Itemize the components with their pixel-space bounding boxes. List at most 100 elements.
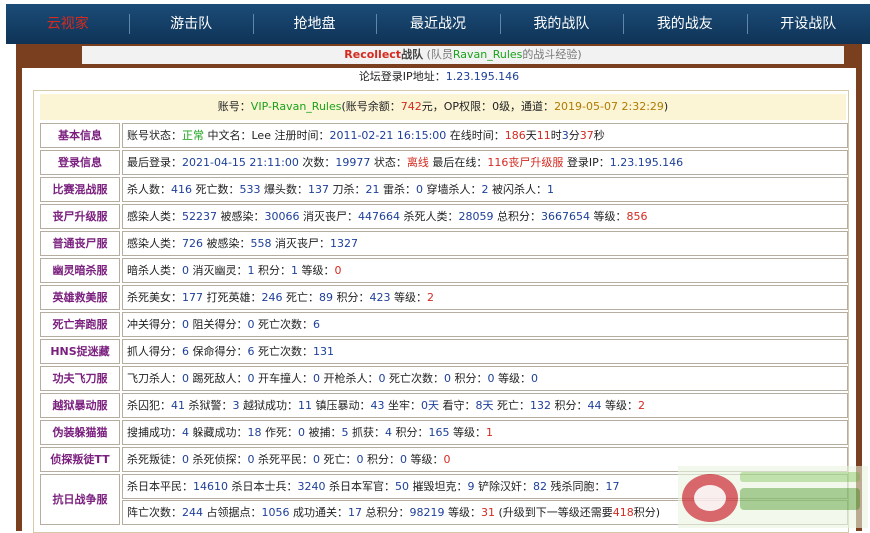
server-label[interactable]: 比赛混战服 [40, 177, 120, 202]
stat-value: 0 [443, 453, 451, 466]
team-name[interactable]: Recollect [344, 48, 401, 61]
stat-value: 89 [319, 291, 333, 304]
stats-row: 丧尸升级服 感染人类：52237 被感染：30066 消灭丧尸：447664 杀死… [40, 204, 848, 229]
server-label[interactable]: 基本信息 [40, 123, 120, 148]
stat-value: 246 [261, 291, 283, 304]
stat-text: 成功通关： [289, 506, 348, 519]
server-label[interactable]: 普通丧尸服 [40, 231, 120, 256]
stat-value: 1056 [261, 506, 290, 519]
stats-row: 功夫飞刀服 飞刀杀人：0 踢死敌人：0 开车撞人：0 开枪杀人：0 死亡次数：0 … [40, 366, 848, 391]
nav-item-1[interactable]: 游击队 [129, 4, 252, 44]
stat-text: 积分： [333, 291, 370, 304]
stat-text: 账号状态： [127, 129, 182, 142]
nav-item-2[interactable]: 抢地盘 [252, 4, 376, 44]
nav-item-5[interactable]: 我的战友 [623, 4, 746, 44]
stat-value: 5 [341, 426, 349, 439]
server-label[interactable]: 死亡奔跑服 [40, 312, 120, 337]
stat-text: 杀日本军官： [325, 480, 395, 493]
server-stats: 搜捕成功：4 躲藏成功：18 作死：0 被捕：5 抓获：4 积分：165 等级：… [122, 420, 848, 445]
stat-value: 0 [247, 372, 255, 385]
stat-text: 爆头数： [260, 183, 308, 196]
stat-text: 杀日本士兵： [228, 480, 298, 493]
stat-text: 抓获： [348, 426, 385, 439]
stat-text: 死亡数： [192, 183, 240, 196]
stat-text: 等级： [590, 210, 627, 223]
stat-text: 积分： [363, 453, 400, 466]
nav-item-3[interactable]: 最近战况 [376, 4, 499, 44]
stat-value: 0 [444, 372, 451, 385]
stat-value: 37 [579, 129, 594, 142]
server-label[interactable]: 丧尸升级服 [40, 204, 120, 229]
stat-value: 0 [487, 372, 495, 385]
stat-value: 0 [313, 372, 320, 385]
stats-row: HNS捉迷藏 抓人得分：6 保命得分：6 死亡次数：131 [40, 339, 848, 364]
nav-item-4[interactable]: 我的战队 [499, 4, 623, 44]
server-stats: 最后登录：2021-04-15 21:11:00 次数：19977 状态：离线 … [122, 150, 848, 175]
server-label[interactable]: 抗日战争服 [40, 474, 120, 525]
stat-value: 0 [531, 372, 538, 385]
site-watermark-logo [678, 466, 868, 528]
stat-text: 天 [525, 129, 537, 142]
stat-value: 4 [182, 426, 189, 439]
ip-label: 论坛登录IP地址： [358, 70, 446, 83]
stat-value: 6 [182, 345, 189, 358]
stat-text: 等级： [494, 372, 531, 385]
server-stats: 飞刀杀人：0 踢死敌人：0 开车撞人：0 开枪杀人：0 死亡次数：0 积分：0 … [122, 366, 848, 391]
server-label[interactable]: HNS捉迷藏 [40, 339, 120, 364]
stat-text: 踢死敌人： [189, 372, 248, 385]
account-summary: 账号：VIP-Ravan_Rules(账号余额：742元，OP权限：0级，通道：… [40, 94, 846, 120]
server-label[interactable]: 登录信息 [40, 150, 120, 175]
stat-text: 杀囚犯： [127, 399, 171, 412]
server-label[interactable]: 幽灵暗杀服 [40, 258, 120, 283]
server-label[interactable]: 伪装躲猫猫 [40, 420, 120, 445]
stat-value: 2 [427, 291, 434, 304]
stats-row: 登录信息 最后登录：2021-04-15 21:11:00 次数：19977 状态… [40, 150, 848, 175]
stat-text: 死亡： [320, 453, 357, 466]
server-label[interactable]: 侦探叛徒TT [40, 447, 120, 472]
stat-text: 积分) [633, 506, 661, 519]
stat-value: 447664 [358, 210, 400, 223]
stat-text: 穿墙杀人： [423, 183, 482, 196]
server-stats: 杀囚犯：41 杀狱警：3 越狱成功：11 镇压暴动：43 坐牢：0天 看守：8天… [122, 393, 848, 418]
stat-text: 状态： [370, 156, 407, 169]
stat-value: 11 [298, 399, 312, 412]
stat-text: 积分： [392, 426, 429, 439]
stat-text: 消灭丧尸： [299, 210, 358, 223]
stats-row: 幽灵暗杀服 暗杀人类：0 消灭幽灵：1 积分：1 等级：0 [40, 258, 848, 283]
stat-text: 冲关得分： [127, 318, 182, 331]
stat-text: 杀人数： [127, 183, 171, 196]
stat-text: 阵亡次数： [127, 506, 182, 519]
subtitle-post: 的战斗经验) [522, 48, 582, 61]
nav-item-6[interactable]: 开设战队 [746, 4, 870, 44]
stat-value: 6 [313, 318, 320, 331]
server-stats: 杀人数：416 死亡数：533 爆头数：137 刀杀：21 雷杀：0 穿墙杀人：… [122, 177, 848, 202]
stat-value: 17 [605, 480, 620, 493]
stat-text: 被感染： [203, 237, 251, 250]
stat-value: 0 [182, 264, 189, 277]
stat-value: 186 [504, 129, 526, 142]
server-label[interactable]: 功夫飞刀服 [40, 366, 120, 391]
stat-value: 28059 [458, 210, 494, 223]
stat-value: 416 [171, 183, 192, 196]
nav-item-0[interactable]: 云视家 [6, 4, 129, 44]
server-label[interactable]: 越狱暴动服 [40, 393, 120, 418]
stat-text: 暗杀人类： [127, 264, 182, 277]
balance-label: (账号余额： [341, 100, 401, 113]
stat-text: 中文名：Lee 注册时间： [204, 129, 330, 142]
stat-text: 杀狱警： [185, 399, 233, 412]
stat-value: 9 [467, 480, 475, 493]
server-label[interactable]: 英雄救美服 [40, 285, 120, 310]
subtitle-pre: (队员 [426, 48, 453, 61]
stat-text: 开车撞人： [254, 372, 313, 385]
stat-value: 2021-04-15 21:11:00 [182, 156, 299, 169]
stat-text: 消灭丧尸： [271, 237, 330, 250]
team-subtitle: Recollect战队 (队员Ravan_Rules的战斗经验) [82, 46, 844, 64]
stat-value: 0天 [421, 399, 439, 412]
stat-text: 看守： [439, 399, 476, 412]
stat-value: 131 [313, 345, 334, 358]
stat-text: 躲藏成功： [189, 426, 248, 439]
stat-text: 作死： [261, 426, 298, 439]
stat-value: 1327 [330, 237, 358, 250]
stat-value: 1 [486, 426, 493, 439]
stat-text: 总积分： [493, 210, 541, 223]
